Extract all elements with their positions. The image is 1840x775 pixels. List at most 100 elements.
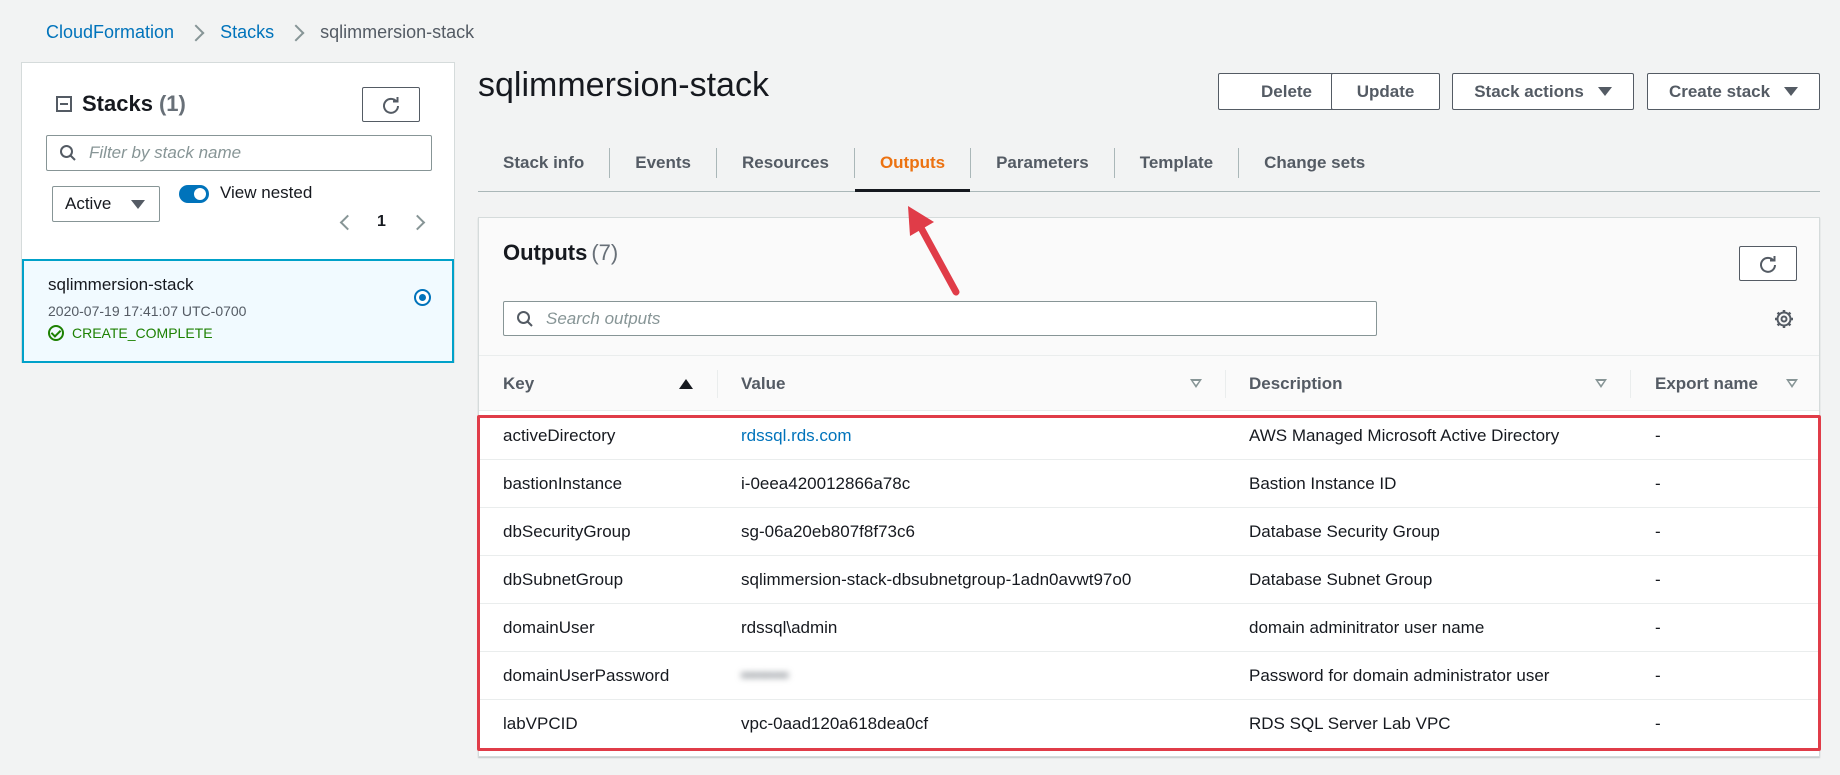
output-key: dbSubnetGroup (503, 570, 624, 589)
column-header-description[interactable]: Description (1249, 356, 1343, 412)
output-value: sqlimmersion-stack-dbsubnetgroup-1adn0av… (741, 570, 1132, 589)
refresh-icon (1760, 255, 1776, 273)
view-nested-label: View nested (220, 183, 313, 202)
sort-icon[interactable] (1595, 379, 1607, 388)
sort-ascending-icon[interactable] (679, 379, 693, 389)
output-key: activeDirectory (503, 426, 616, 445)
caret-down-icon (1597, 87, 1612, 96)
tab-change-sets[interactable]: Change sets (1239, 148, 1390, 178)
breadcrumb: CloudFormation Stacks sqlimmersion-stack (46, 22, 474, 43)
gear-icon[interactable] (1774, 309, 1794, 329)
output-key: bastionInstance (503, 474, 623, 493)
column-divider (717, 370, 718, 398)
output-export-name: - (1655, 474, 1661, 493)
output-description: RDS SQL Server Lab VPC (1249, 714, 1451, 733)
output-value: rdssql\admin (741, 618, 838, 637)
output-export-name: - (1655, 570, 1661, 589)
stack-name: sqlimmersion-stack (48, 275, 194, 294)
caret-down-icon (131, 200, 145, 209)
outputs-refresh-button[interactable] (1739, 246, 1797, 281)
stack-radio-button[interactable] (414, 289, 431, 306)
column-header-value[interactable]: Value (741, 356, 785, 412)
output-export-name: - (1655, 522, 1661, 541)
stack-filter-input[interactable] (89, 143, 409, 163)
breadcrumb-cloudformation[interactable]: CloudFormation (46, 22, 174, 43)
stack-list-item[interactable]: sqlimmersion-stack 2020-07-19 17:41:07 U… (22, 259, 454, 363)
stacks-refresh-button[interactable] (362, 87, 420, 122)
outputs-title: Outputs (7) (503, 240, 618, 266)
create-stack-label: Create stack (1668, 81, 1771, 101)
output-value-link[interactable]: rdssql.rds.com (741, 412, 852, 460)
tab-parameters[interactable]: Parameters (971, 147, 1115, 178)
chevron-right-icon (187, 24, 205, 41)
sort-icon[interactable] (1190, 379, 1202, 388)
stack-actions-button[interactable]: Stack actions (1452, 73, 1634, 110)
status-filter-select[interactable]: Active (52, 186, 160, 222)
stack-date: 2020-07-19 17:41:07 UTC-0700 (48, 303, 247, 319)
search-icon (517, 310, 533, 327)
pagination: 1 (339, 213, 426, 231)
output-description: Database Subnet Group (1249, 570, 1433, 589)
chevron-right-icon (287, 24, 305, 41)
chevron-left-icon[interactable] (339, 214, 356, 230)
outputs-panel: Outputs(7) Key Value Description Export … (478, 217, 1820, 757)
tab-events[interactable]: Events (610, 147, 717, 178)
outputs-count: (7) (591, 240, 619, 265)
stack-filter-field[interactable] (46, 135, 432, 171)
table-row: bastionInstance i-0eea420012866a78c Bast… (479, 460, 1819, 508)
output-export-name: - (1655, 666, 1661, 685)
column-divider (1630, 370, 1631, 398)
refresh-icon (383, 96, 399, 114)
stacks-panel: Stacks (1) Active View nested 1 sqlimmer… (21, 62, 455, 363)
output-description: Bastion Instance ID (1249, 474, 1397, 493)
tab-resources[interactable]: Resources (717, 147, 855, 178)
output-export-name: - (1655, 618, 1661, 637)
table-row: labVPCID vpc-0aad120a618dea0cf RDS SQL S… (479, 700, 1819, 748)
tab-template[interactable]: Template (1115, 147, 1240, 178)
output-description: domain adminitrator user name (1249, 618, 1485, 637)
status-filter-value: Active (65, 194, 112, 213)
outputs-title-text: Outputs (503, 240, 588, 265)
stacks-panel-header: Stacks (1) (56, 91, 186, 117)
table-row: activeDirectory rdssql.rds.com AWS Manag… (479, 412, 1819, 460)
stacks-panel-title: Stacks (82, 91, 153, 116)
outputs-table-header: Key Value Description Export name (479, 355, 1819, 411)
chevron-right-icon[interactable] (409, 214, 426, 230)
page-number[interactable]: 1 (377, 213, 386, 231)
outputs-search-field[interactable] (503, 301, 1377, 336)
output-key: labVPCID (503, 714, 578, 733)
output-key: dbSecurityGroup (503, 522, 631, 541)
output-value-redacted: •••••••• (741, 666, 789, 685)
output-description: Database Security Group (1249, 522, 1440, 541)
stack-status: CREATE_COMPLETE (48, 325, 213, 341)
output-value: sg-06a20eb807f8f73c6 (741, 522, 915, 541)
search-icon (60, 145, 76, 161)
output-export-name: - (1655, 426, 1661, 445)
tab-outputs[interactable]: Outputs (854, 147, 972, 192)
output-key: domainUser (503, 618, 595, 637)
create-stack-button[interactable]: Create stack (1647, 73, 1820, 110)
table-row: domainUser rdssql\admin domain adminitra… (479, 604, 1819, 652)
page-title: sqlimmersion-stack (478, 66, 769, 104)
sort-icon[interactable] (1786, 379, 1798, 388)
stack-status-label: CREATE_COMPLETE (72, 325, 213, 341)
table-row: domainUserPassword •••••••• Password for… (479, 652, 1819, 700)
output-export-name: - (1655, 714, 1661, 733)
caret-down-icon (1784, 87, 1799, 96)
column-header-key[interactable]: Key (503, 356, 534, 412)
outputs-search-input[interactable] (546, 308, 1346, 329)
stacks-count: (1) (158, 91, 186, 116)
column-divider (1225, 370, 1226, 398)
output-description: Password for domain administrator user (1249, 666, 1550, 685)
table-row: dbSubnetGroup sqlimmersion-stack-dbsubne… (479, 556, 1819, 604)
view-nested-toggle[interactable] (179, 185, 209, 203)
output-value: vpc-0aad120a618dea0cf (741, 714, 929, 733)
output-value: i-0eea420012866a78c (741, 474, 911, 493)
column-header-export-name[interactable]: Export name (1655, 356, 1758, 412)
tab-stack-info[interactable]: Stack info (478, 147, 611, 178)
stack-tabs: Stack info Events Resources Outputs Para… (478, 134, 1820, 192)
update-button[interactable]: Update (1331, 73, 1440, 110)
collapse-icon[interactable] (56, 96, 72, 112)
output-description: AWS Managed Microsoft Active Directory (1249, 426, 1560, 445)
breadcrumb-stacks[interactable]: Stacks (220, 22, 274, 43)
